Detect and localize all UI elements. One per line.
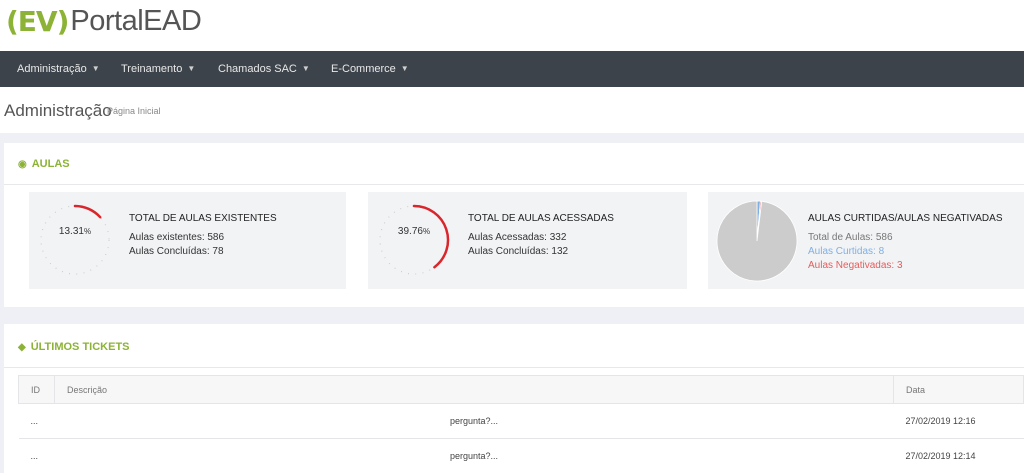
- tickets-panel-title: ◆ ÚLTIMOS TICKETS: [18, 341, 130, 353]
- nav-chamados-sac[interactable]: Chamados SAC ▼: [218, 51, 310, 87]
- chevron-down-icon: ▼: [301, 64, 310, 73]
- logo-text: PortalEAD: [70, 4, 202, 37]
- col-header-descricao[interactable]: Descrição: [54, 375, 894, 404]
- nav-label: Chamados SAC: [218, 63, 297, 75]
- percent-label: 13.31%: [58, 226, 92, 237]
- likes-pie-chart: [716, 200, 798, 282]
- divider: [4, 184, 1024, 185]
- page-title: Administração: [4, 101, 112, 120]
- table-row[interactable]: ... pergunta?... 27/02/2019 12:16: [18, 403, 1024, 439]
- portal-logo[interactable]: (EV) PortalEAD: [6, 4, 202, 38]
- cell-data: 27/02/2019 12:14: [893, 438, 1024, 473]
- tickets-panel: ◆ ÚLTIMOS TICKETS ID Descrição Data ... …: [4, 324, 1024, 473]
- stat-line: Aulas existentes: 586: [129, 232, 225, 243]
- aulas-panel: ◉ AULAS 13.31% TOTAL DE AULAS EXISTENTES…: [4, 143, 1024, 307]
- nav-treinamento[interactable]: Treinamento ▼: [121, 51, 195, 87]
- stat-text: TOTAL DE AULAS EXISTENTES Aulas existent…: [129, 212, 277, 259]
- main-navbar: Administração ▼ Treinamento ▼ Chamados SAC…: [0, 51, 1024, 87]
- cell-id: ...: [18, 403, 55, 439]
- tickets-title-text: ÚLTIMOS TICKETS: [30, 341, 130, 353]
- stat-line-negativadas: Aulas Negativadas: 3: [808, 260, 903, 271]
- header: (EV) PortalEAD: [0, 0, 1024, 51]
- nav-e-commerce[interactable]: E-Commerce ▼: [331, 51, 409, 87]
- play-circle-icon: ◉: [18, 158, 27, 170]
- nav-label: Administração: [17, 63, 87, 75]
- chevron-down-icon: ▼: [91, 64, 100, 73]
- progress-donut: [379, 204, 450, 275]
- chevron-down-icon: ▼: [187, 64, 196, 73]
- stat-card-aulas-existentes: 13.31% TOTAL DE AULAS EXISTENTES Aulas e…: [29, 192, 346, 289]
- cell-data: 27/02/2019 12:16: [893, 403, 1024, 439]
- stat-card-aulas-acessadas: 39.76% TOTAL DE AULAS ACESSADAS Aulas Ac…: [368, 192, 687, 289]
- tickets-table: ID Descrição Data ... pergunta?... 27/02…: [18, 375, 1024, 473]
- chevron-down-icon: ▼: [400, 64, 409, 73]
- stat-line: Aulas Acessadas: 332: [468, 232, 567, 243]
- stat-card-curtidas: AULAS CURTIDAS/AULAS NEGATIVADAS Total d…: [708, 192, 1024, 289]
- page-subtitle: Página Inicial: [107, 106, 161, 116]
- stat-text: AULAS CURTIDAS/AULAS NEGATIVADAS Total d…: [808, 212, 1003, 273]
- stat-line-total: Total de Aulas: 586: [808, 232, 893, 243]
- page-header: Administração Página Inicial: [0, 87, 1024, 133]
- nav-label: E-Commerce: [331, 63, 396, 75]
- divider: [4, 367, 1024, 368]
- cell-id: ...: [18, 438, 55, 473]
- aulas-panel-title: ◉ AULAS: [18, 158, 70, 170]
- nav-administracao[interactable]: Administração ▼: [17, 51, 100, 87]
- table-header-row: ID Descrição Data: [18, 375, 1024, 404]
- stat-line: Aulas Concluídas: 132: [468, 246, 569, 257]
- stat-line-curtidas: Aulas Curtidas: 8: [808, 246, 885, 257]
- aulas-title-text: AULAS: [31, 158, 70, 170]
- progress-arc: [73, 204, 102, 219]
- percent-label: 39.76%: [397, 226, 431, 237]
- stat-heading: TOTAL DE AULAS ACESSADAS: [468, 213, 614, 224]
- col-header-data[interactable]: Data: [893, 375, 1024, 404]
- table-row[interactable]: ... pergunta?... 27/02/2019 12:14: [18, 438, 1024, 473]
- ticket-icon: ◆: [18, 341, 26, 353]
- pie-slice-outras[interactable]: [716, 200, 798, 282]
- stat-heading: AULAS CURTIDAS/AULAS NEGATIVADAS: [808, 213, 1003, 224]
- cell-descricao: pergunta?...: [54, 403, 894, 439]
- stat-text: TOTAL DE AULAS ACESSADAS Aulas Acessadas…: [468, 212, 614, 259]
- stat-line: Aulas Concluídas: 78: [129, 246, 224, 257]
- stat-heading: TOTAL DE AULAS EXISTENTES: [129, 213, 277, 224]
- col-header-id[interactable]: ID: [18, 375, 55, 404]
- progress-donut: [40, 204, 110, 275]
- logo-mark: (EV): [6, 4, 69, 38]
- nav-label: Treinamento: [121, 63, 183, 75]
- cell-descricao: pergunta?...: [54, 438, 894, 473]
